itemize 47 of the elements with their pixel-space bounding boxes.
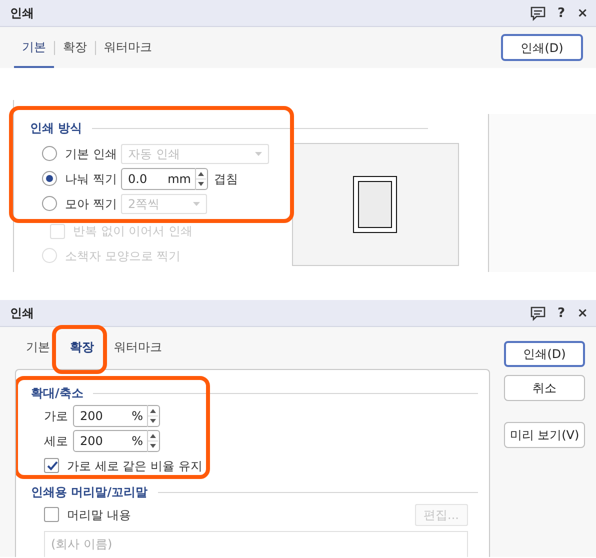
tab[interactable]: 기본: [16, 327, 60, 369]
number-field[interactable]: 0.0 mm: [121, 168, 208, 190]
tab[interactable]: 워터마크: [104, 327, 172, 369]
suffix-label: 겹침: [214, 170, 238, 188]
tab[interactable]: 확장: [55, 27, 95, 68]
caret-icon: [193, 202, 200, 206]
feedback-icon[interactable]: [530, 6, 546, 20]
dialog-button[interactable]: 미리 보기(V): [504, 422, 585, 448]
tab[interactable]: 확장: [60, 327, 104, 369]
radio-button[interactable]: [42, 146, 57, 161]
checkbox[interactable]: [44, 458, 59, 473]
dialog-button[interactable]: 취소: [504, 375, 585, 401]
section-title: 인쇄 방식: [30, 120, 82, 137]
tab[interactable]: 워터마크: [96, 27, 160, 68]
window-title: 인쇄: [10, 5, 34, 22]
checkbox[interactable]: [44, 507, 59, 522]
feedback-icon[interactable]: [530, 306, 546, 320]
option-label: 모아 찍기: [65, 196, 118, 212]
number-field[interactable]: 200 %: [73, 430, 160, 452]
help-button[interactable]: ?: [558, 306, 566, 320]
field-label: 세로: [44, 432, 69, 450]
number-field[interactable]: 200 %: [73, 404, 160, 426]
spinner-icon: [195, 168, 207, 190]
radio-button[interactable]: [42, 196, 57, 211]
help-button[interactable]: ?: [558, 6, 566, 20]
option-label: 가로 세로 같은 비율 유지: [67, 458, 202, 474]
close-button[interactable]: ×: [577, 6, 588, 20]
section-title: 인쇄용 머리말/꼬리말: [31, 484, 148, 501]
page-icon: [353, 176, 398, 234]
option-label: 나눠 찍기: [65, 170, 118, 188]
dialog-button[interactable]: 인쇄(D): [504, 341, 585, 367]
option-label: 반복 없이 이어서 인쇄: [73, 223, 192, 240]
unit-label: %: [132, 432, 143, 450]
section-title: 확대/축소: [31, 385, 84, 402]
unit-label: mm: [168, 170, 191, 188]
caret-icon: [255, 152, 262, 156]
option-label: 기본 인쇄: [65, 146, 118, 162]
unit-label: %: [132, 408, 143, 424]
option-label: 머리말 내용: [67, 506, 131, 524]
spinner-icon: [147, 430, 159, 452]
dialog-button[interactable]: 인쇄(D): [501, 34, 583, 61]
field-label: 가로: [44, 408, 69, 424]
close-button[interactable]: ×: [577, 306, 588, 320]
window-title: 인쇄: [10, 305, 34, 322]
option-label: 소책자 모양으로 찍기: [65, 248, 181, 264]
radio-button[interactable]: [42, 171, 57, 186]
spinner-icon: [147, 404, 159, 426]
